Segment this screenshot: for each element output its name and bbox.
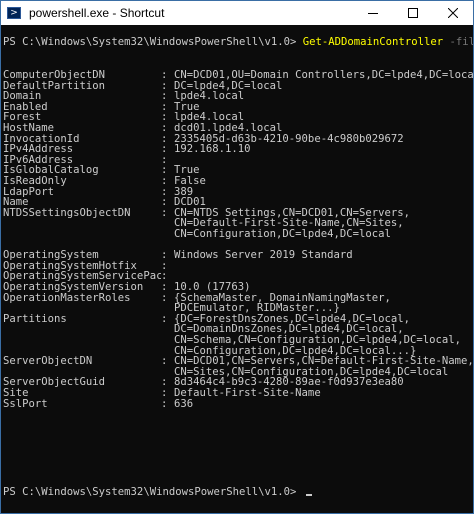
powershell-icon[interactable]: >: [7, 7, 21, 19]
property-name: ServerObjectDN: [3, 356, 93, 367]
property-name: IPv4Address: [3, 144, 74, 155]
minimize-icon: [368, 13, 378, 14]
property-separator: :: [161, 355, 168, 367]
property-name: ServerObjectGuid: [3, 377, 106, 388]
property-name: IsReadOnly: [3, 176, 67, 187]
property-line: IsGlobalCatalog: True: [3, 165, 200, 176]
property-name: OperatingSystemServicePack: [3, 271, 161, 282]
window-controls: [353, 1, 473, 25]
close-icon: [448, 8, 458, 18]
property-name: OperatingSystem: [3, 250, 99, 261]
property-line: OperatingSystemServicePack:: [3, 271, 174, 282]
prompt-line[interactable]: PS C:\Windows\System32\WindowsPowerShell…: [3, 487, 312, 498]
property-name: HostName: [3, 123, 55, 134]
property-name: OperatingSystemVersion: [3, 282, 144, 293]
property-name: IsGlobalCatalog: [3, 165, 99, 176]
command-text: Get-ADDomainController: [302, 36, 444, 48]
property-value: 192.168.1.10: [174, 143, 251, 155]
property-value: Default-First-Site-Name: [174, 387, 321, 399]
property-line: Domain: lpde4.local: [3, 91, 244, 102]
property-name: Name: [3, 197, 29, 208]
property-name: Site: [3, 388, 29, 399]
property-line: CN=Configuration,DC=lpde4,DC=local: [3, 229, 391, 240]
maximize-icon: [408, 8, 418, 18]
property-name: ComputerObjectDN: [3, 70, 106, 81]
maximize-button[interactable]: [393, 1, 433, 25]
prompt-text: PS C:\Windows\System32\WindowsPowerShell…: [3, 36, 303, 48]
property-name: Forest: [3, 112, 42, 123]
console-window: > powershell.exe - Shortcut PS C:\Window…: [0, 0, 474, 514]
property-line: IPv4Address:192.168.1.10: [3, 144, 251, 155]
property-separator: :: [161, 398, 168, 410]
property-value: CN=Configuration,DC=lpde4,DC=local: [174, 228, 391, 240]
console-output[interactable]: PS C:\Windows\System32\WindowsPowerShell…: [1, 25, 473, 513]
title-bar[interactable]: > powershell.exe - Shortcut: [1, 1, 473, 25]
property-line: OperatingSystem: Windows Server 2019 Stan…: [3, 250, 353, 261]
command-parameter: -filter *: [449, 36, 473, 48]
close-button[interactable]: [433, 1, 473, 25]
property-name: Domain: [3, 91, 42, 102]
property-name: SslPort: [3, 399, 48, 410]
window-title: powershell.exe - Shortcut: [29, 6, 165, 20]
prompt-text: PS C:\Windows\System32\WindowsPowerShell…: [3, 486, 303, 498]
property-line: SslPort:636: [3, 399, 193, 410]
property-value: 636: [174, 398, 194, 410]
command-line: PS C:\Windows\System32\WindowsPowerShell…: [3, 37, 473, 48]
minimize-button[interactable]: [353, 1, 393, 25]
text-cursor: [305, 494, 312, 496]
property-value: Windows Server 2019 Standard: [174, 249, 353, 261]
